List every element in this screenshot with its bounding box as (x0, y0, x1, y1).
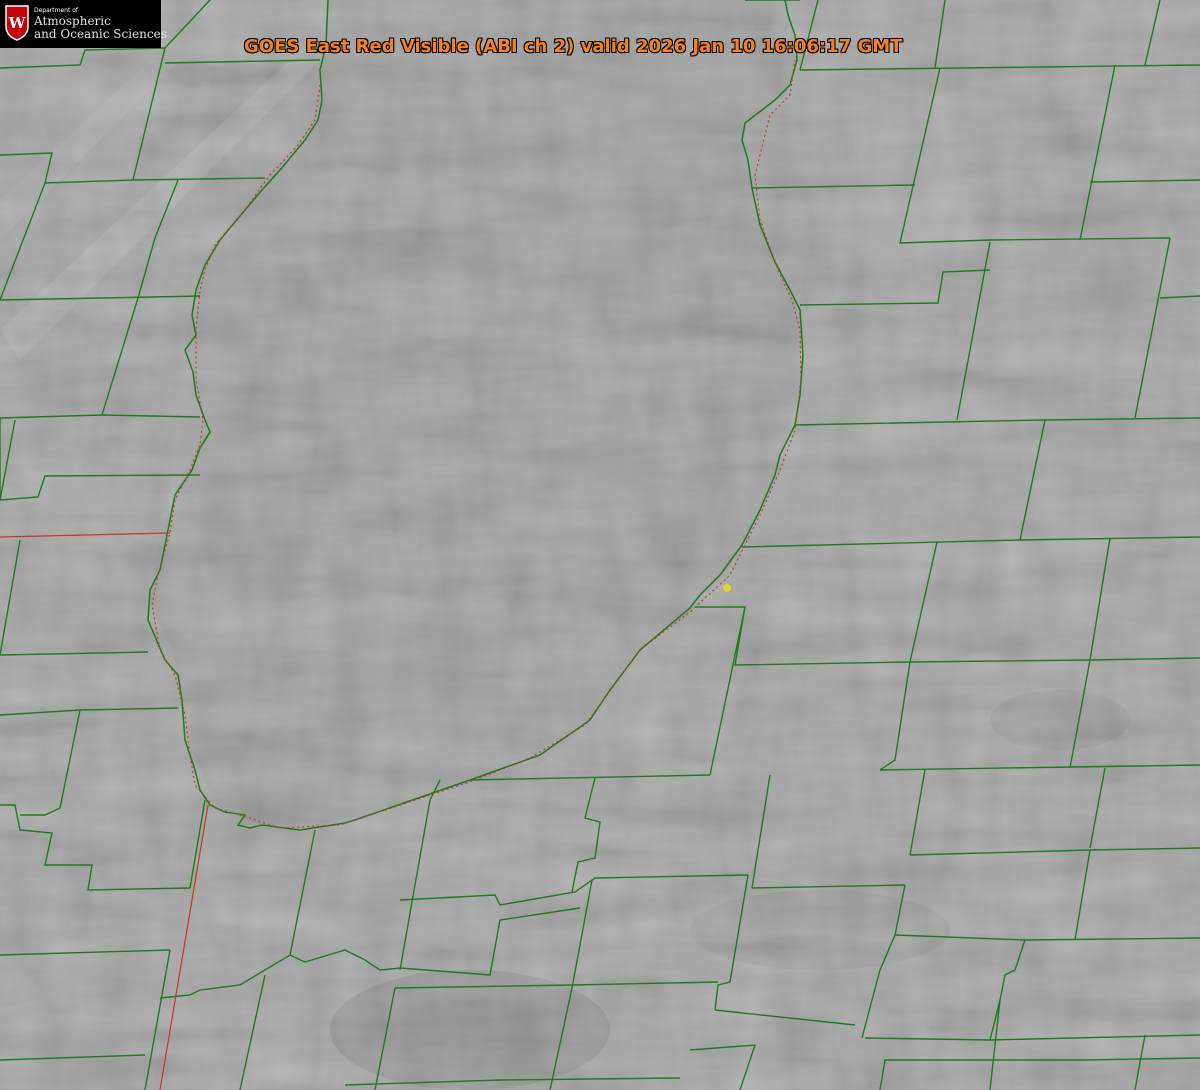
uw-crest-icon: W (5, 5, 29, 41)
uw-crest-monogram: W (8, 14, 27, 32)
image-title: GOES East Red Visible (ABI ch 2) valid 2… (244, 36, 903, 57)
logo-department-text: Department of (34, 7, 78, 14)
satellite-image: W Department of Atmospheric and Oceanic … (0, 0, 1200, 1090)
satellite-map (0, 0, 1200, 1090)
cloud-texture (0, 0, 1200, 1090)
logo-line-2: and Oceanic Sciences (34, 27, 167, 41)
uw-aos-logo: W Department of Atmospheric and Oceanic … (0, 0, 167, 48)
station-marker (723, 584, 731, 592)
